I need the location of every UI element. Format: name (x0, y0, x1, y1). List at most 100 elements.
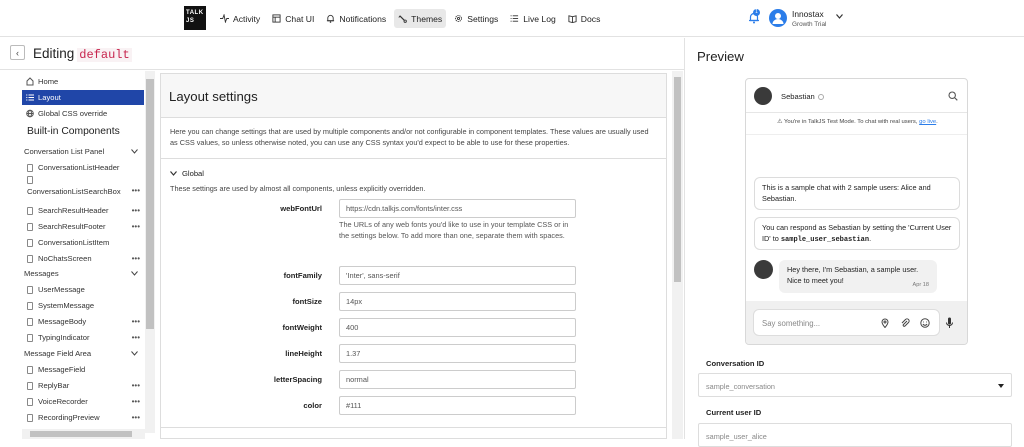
more-options-icon[interactable]: ••• (132, 186, 140, 195)
sidebar-item-nochatsscreen[interactable]: NoChatsScreen ••• (27, 251, 144, 266)
nav-notifications[interactable]: Notifications (322, 9, 390, 28)
nav-chat-ui-label: Chat UI (285, 13, 315, 24)
component-label: SearchResultHeader (38, 206, 109, 215)
theme-name: default (77, 48, 132, 62)
more-options-icon[interactable]: ••• (132, 413, 140, 422)
chevron-down-icon[interactable] (836, 14, 843, 19)
chevron-down-icon (170, 171, 177, 176)
user-icon (772, 13, 784, 24)
nav-themes[interactable]: Themes (394, 9, 447, 28)
group-message-field-area[interactable]: Message Field Area (24, 346, 144, 361)
sidebar-item-replybar[interactable]: ReplyBar ••• (27, 378, 144, 393)
sidebar-item-global-css[interactable]: Global CSS override (26, 106, 107, 121)
component-label: ConversationListItem (38, 238, 110, 247)
editing-header: ‹ Editing default (0, 38, 684, 70)
settings-scrollbar[interactable] (672, 71, 683, 439)
emoji-icon[interactable] (920, 318, 930, 328)
fontweight-input[interactable] (339, 318, 576, 337)
sidebar-item-layout[interactable]: Layout (22, 90, 144, 105)
more-options-icon[interactable]: ••• (132, 254, 140, 263)
theme-sidebar: Home Layout Global CSS override Built-in… (20, 71, 145, 433)
letterspacing-input[interactable] (339, 370, 576, 389)
field-label-fontsize: fontSize (292, 297, 322, 306)
sidebar-item-conversationlistitem[interactable]: ConversationListItem (27, 235, 144, 250)
nav-docs[interactable]: Docs (564, 9, 605, 28)
nav-settings[interactable]: Settings (450, 9, 502, 28)
chat-avatar (754, 87, 772, 105)
sidebar-horizontal-scrollbar[interactable] (22, 429, 145, 439)
more-options-icon[interactable]: ••• (132, 317, 140, 326)
preview-title: Preview (697, 49, 744, 64)
message-code: sample_user_sebastian (780, 235, 870, 244)
more-options-icon[interactable]: ••• (132, 333, 140, 342)
global-description: These settings are used by almost all co… (170, 184, 426, 193)
sidebar-item-home[interactable]: Home (26, 74, 58, 89)
sidebar-item-messagefield[interactable]: MessageField (27, 362, 144, 377)
nav-activity[interactable]: Activity (216, 9, 264, 28)
lineheight-input[interactable] (339, 344, 576, 363)
system-message: This is a sample chat with 2 sample user… (754, 177, 960, 210)
nav-chat-ui[interactable]: Chat UI (268, 9, 318, 28)
more-options-icon[interactable]: ••• (132, 222, 140, 231)
file-icon (27, 413, 33, 422)
account-plan: Growth Trial (792, 21, 827, 28)
message-input[interactable]: Say something... (753, 309, 940, 336)
more-options-icon[interactable]: ••• (132, 206, 140, 215)
message-timestamp: Apr 18 (912, 281, 929, 288)
color-input[interactable] (339, 396, 576, 415)
field-label-lineheight: lineHeight (285, 349, 322, 358)
page-title-text: Editing (33, 46, 75, 61)
sidebar-item-conversationlistsearchbox[interactable]: ConversationListSearchBox ••• (27, 176, 144, 198)
current-user-id-select[interactable]: sample_user_alice (698, 423, 1012, 447)
microphone-icon[interactable] (945, 317, 954, 329)
brush-icon (398, 15, 407, 23)
layout-icon (272, 14, 281, 23)
location-pin-icon[interactable] (880, 318, 890, 328)
sidebar-item-searchresultheader[interactable]: SearchResultHeader ••• (27, 203, 144, 218)
compose-area: Say something... (746, 301, 967, 344)
account-avatar[interactable] (769, 9, 787, 27)
panel-title: Layout settings (169, 89, 258, 104)
home-icon (26, 77, 34, 86)
file-icon (27, 163, 33, 172)
field-label-fontweight: fontWeight (282, 323, 322, 332)
sidebar-item-recordingpreview[interactable]: RecordingPreview ••• (27, 410, 144, 425)
chevron-left-icon: ‹ (16, 47, 19, 58)
field-label-fontfamily: fontFamily (283, 271, 322, 280)
book-icon (568, 15, 577, 23)
more-options-icon[interactable]: ••• (132, 397, 140, 406)
sidebar-item-conversationlistheader[interactable]: ConversationListHeader (27, 160, 144, 175)
field-label-color: color (303, 401, 322, 410)
back-button[interactable]: ‹ (10, 45, 25, 60)
sidebar-scroll-thumb[interactable] (146, 79, 154, 329)
global-section-toggle[interactable]: Global (170, 169, 204, 178)
field-label-webfonturl: webFontUrl (280, 204, 322, 213)
sidebar-item-label: Layout (38, 93, 61, 102)
sidebar-horizontal-thumb[interactable] (30, 431, 132, 437)
conversation-id-select[interactable]: sample_conversation (698, 373, 1012, 397)
system-message: You can respond as Sebastian by setting … (754, 217, 960, 250)
settings-scroll-thumb[interactable] (674, 77, 681, 282)
conversation-id-label: Conversation ID (706, 359, 765, 368)
fontsize-input[interactable] (339, 292, 576, 311)
group-messages[interactable]: Messages (24, 266, 144, 281)
talkjs-logo[interactable]: TALK JS (184, 6, 206, 30)
nav-notifications-label: Notifications (339, 13, 387, 24)
sidebar-item-typingindicator[interactable]: TypingIndicator ••• (27, 330, 144, 345)
sidebar-item-searchresultfooter[interactable]: SearchResultFooter ••• (27, 219, 144, 234)
webfonturl-input[interactable] (339, 199, 576, 218)
search-icon[interactable] (948, 91, 958, 101)
paperclip-icon[interactable] (900, 318, 910, 328)
go-live-link[interactable]: go live (919, 119, 936, 125)
test-mode-end: . (936, 119, 938, 125)
group-conversation-list-panel[interactable]: Conversation List Panel (24, 144, 144, 159)
sidebar-item-usermessage[interactable]: UserMessage (27, 282, 144, 297)
sidebar-scrollbar[interactable] (145, 71, 155, 433)
sidebar-item-systemmessage[interactable]: SystemMessage (27, 298, 144, 313)
fontfamily-input[interactable] (339, 266, 576, 285)
more-options-icon[interactable]: ••• (132, 381, 140, 390)
sidebar-item-messagebody[interactable]: MessageBody ••• (27, 314, 144, 329)
sidebar-item-voicerecorder[interactable]: VoiceRecorder ••• (27, 394, 144, 409)
account-info[interactable]: Innostax Growth Trial (792, 9, 826, 28)
nav-live-log[interactable]: Live Log (506, 9, 560, 28)
